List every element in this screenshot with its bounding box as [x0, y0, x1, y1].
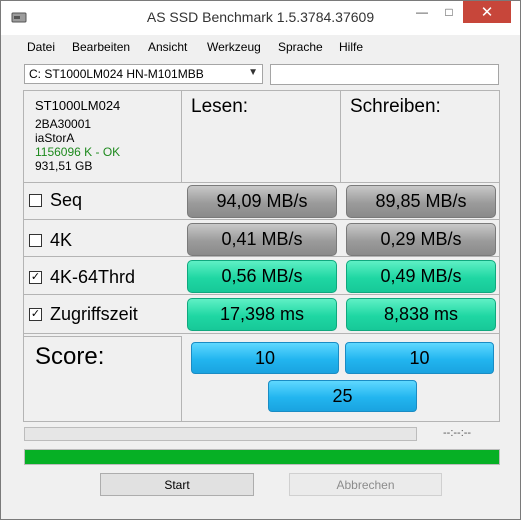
- maximize-button[interactable]: □: [436, 1, 462, 23]
- access-checkbox[interactable]: ✓: [29, 308, 42, 321]
- minimize-icon: —: [416, 5, 428, 19]
- maximize-icon: □: [445, 5, 453, 19]
- drive-size: 931,51 GB: [35, 159, 93, 173]
- access-write-value: 8,838 ms: [346, 298, 496, 331]
- close-icon: ✕: [480, 4, 494, 21]
- row-access-label[interactable]: ✓ Zugriffszeit: [29, 304, 138, 325]
- access-label-text: Zugriffszeit: [50, 304, 138, 324]
- score-total: 25: [268, 380, 417, 412]
- row-4k64-label[interactable]: ✓ 4K-64Thrd: [29, 267, 135, 288]
- 4k64-label-text: 4K-64Thrd: [50, 267, 136, 287]
- 4k-read-value: 0,41 MB/s: [187, 223, 337, 256]
- elapsed-time: --:--:--: [443, 427, 472, 439]
- overall-progress-bar: [24, 449, 500, 465]
- menu-tools[interactable]: Werkzeug: [207, 40, 261, 54]
- seq-checkbox[interactable]: [29, 194, 42, 207]
- test-progress-bar: [24, 427, 417, 441]
- start-button[interactable]: Start: [100, 473, 254, 496]
- row-seq-label[interactable]: Seq: [29, 190, 82, 211]
- seq-read-value: 94,09 MB/s: [187, 185, 337, 218]
- menu-language[interactable]: Sprache: [278, 40, 323, 54]
- access-read-value: 17,398 ms: [187, 298, 337, 331]
- drive-alignment: 1156096 K - OK: [35, 145, 121, 159]
- score-write: 10: [345, 342, 494, 374]
- 4k64-write-value: 0,49 MB/s: [346, 260, 496, 293]
- drive-firmware: 2BA30001: [35, 117, 92, 131]
- 4k64-checkbox[interactable]: ✓: [29, 271, 42, 284]
- app-window: AS SSD Benchmark 1.5.3784.37609 — □ ✕ Da…: [0, 0, 521, 520]
- drive-info: ST1000LM024 2BA30001 iaStorA 1156096 K -…: [35, 97, 120, 173]
- menu-help[interactable]: Hilfe: [339, 40, 363, 54]
- minimize-button[interactable]: —: [409, 1, 435, 23]
- menu-bar: Datei Bearbeiten Ansicht Werkzeug Sprach…: [1, 35, 520, 59]
- score-read: 10: [191, 342, 339, 374]
- overall-progress-fill: [25, 450, 499, 464]
- 4k-label-text: 4K: [50, 230, 73, 250]
- write-header: Schreiben:: [350, 96, 441, 117]
- 4k-write-value: 0,29 MB/s: [346, 223, 496, 256]
- drive-model: ST1000LM024: [35, 98, 121, 113]
- seq-write-value: 89,85 MB/s: [346, 185, 496, 218]
- read-header: Lesen:: [191, 96, 249, 117]
- drive-select-value: C: ST1000LM024 HN-M101MBB: [29, 67, 204, 81]
- text-field[interactable]: [270, 64, 499, 85]
- menu-view[interactable]: Ansicht: [148, 40, 187, 54]
- chevron-down-icon: ▼: [248, 67, 258, 78]
- score-label: Score:: [35, 343, 105, 370]
- seq-label-text: Seq: [50, 190, 83, 210]
- 4k-checkbox[interactable]: [29, 234, 42, 247]
- title-bar: AS SSD Benchmark 1.5.3784.37609 — □ ✕: [1, 1, 520, 35]
- close-button[interactable]: ✕: [463, 1, 511, 23]
- menu-edit[interactable]: Bearbeiten: [72, 40, 130, 54]
- check-mark-icon: ✓: [30, 308, 41, 320]
- row-4k-label[interactable]: 4K: [29, 230, 72, 251]
- check-mark-icon: ✓: [30, 271, 41, 283]
- drive-select[interactable]: C: ST1000LM024 HN-M101MBB ▼: [24, 64, 263, 84]
- menu-file[interactable]: Datei: [27, 40, 55, 54]
- cancel-button[interactable]: Abbrechen: [289, 473, 442, 496]
- drive-driver: iaStorA: [35, 131, 75, 145]
- 4k64-read-value: 0,56 MB/s: [187, 260, 337, 293]
